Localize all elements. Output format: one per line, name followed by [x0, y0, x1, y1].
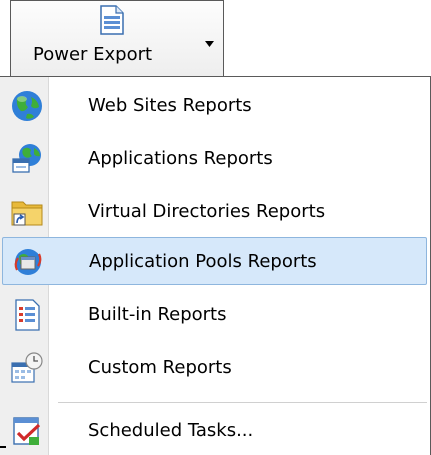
globe-window-icon: [12, 144, 41, 173]
power-export-label: Power Export: [33, 44, 153, 65]
menu-item-label: Custom Reports: [88, 357, 232, 378]
menu-item-label: Built-in Reports: [88, 304, 227, 325]
checked-task-icon: [13, 417, 41, 445]
calendar-clock-icon: [11, 352, 43, 383]
app-pool-icon: [14, 249, 42, 275]
menu-item-label: Web Sites Reports: [88, 95, 252, 116]
menu-item-scheduled-tasks[interactable]: Scheduled Tasks...: [2, 407, 427, 455]
menu-item-label: Applications Reports: [88, 148, 273, 169]
menu-item-label: Virtual Directories Reports: [88, 201, 326, 222]
folder-shortcut-icon: [11, 201, 43, 226]
menu-item-virtual-directories-reports[interactable]: Virtual Directories Reports: [2, 188, 427, 236]
menu-item-web-sites-reports[interactable]: Web Sites Reports: [2, 82, 427, 130]
menu-item-applications-reports[interactable]: Applications Reports: [2, 135, 427, 183]
globe-icon: [12, 91, 42, 121]
menu-item-custom-reports[interactable]: Custom Reports: [2, 344, 427, 392]
menu-item-built-in-reports[interactable]: Built-in Reports: [2, 291, 427, 339]
document-icon: [100, 5, 124, 35]
menu-item-application-pools-reports[interactable]: Application Pools Reports: [2, 237, 427, 285]
power-export-menu: Web Sites Reports Applications Reports V…: [0, 76, 431, 455]
dropdown-arrow-icon[interactable]: [205, 41, 214, 47]
menu-item-label: Scheduled Tasks...: [88, 420, 254, 441]
report-list-icon: [15, 299, 40, 331]
menu-separator: [58, 402, 427, 403]
border-fragment: [0, 446, 6, 448]
power-export-split-button[interactable]: Power Export: [10, 0, 224, 76]
menu-item-label: Application Pools Reports: [89, 251, 317, 272]
